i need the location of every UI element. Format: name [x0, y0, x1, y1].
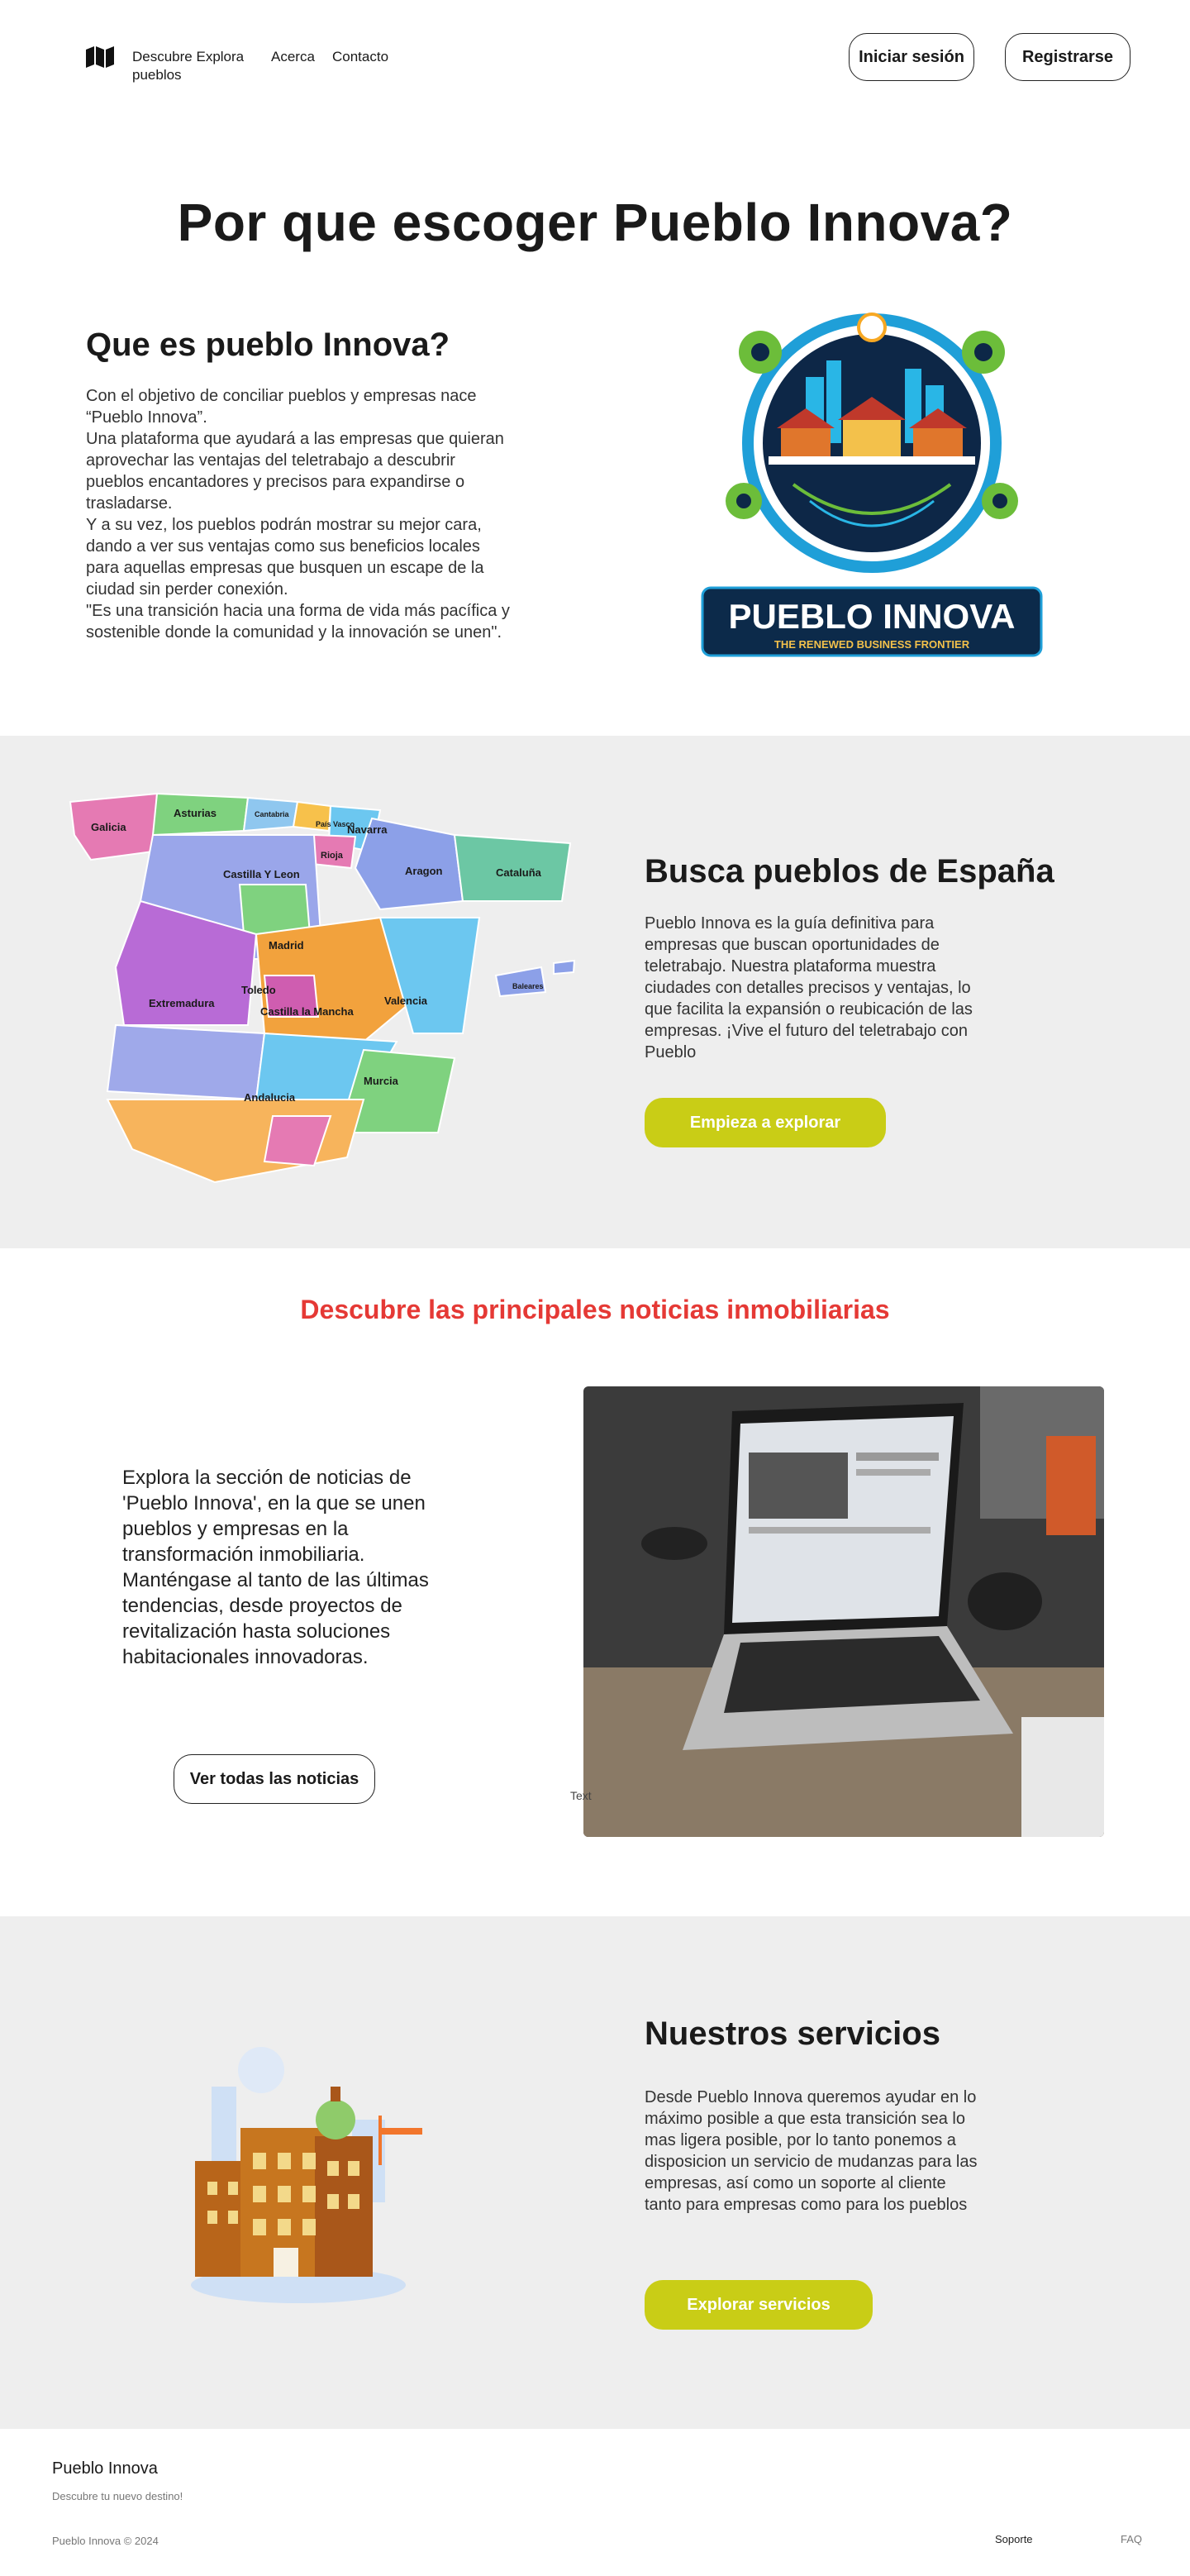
about-text: Con el objetivo de conciliar pueblos y e…	[86, 385, 516, 643]
map-label: Rioja	[321, 851, 344, 861]
pueblo-innova-logo: PUEBLO INNOVA THE RENEWED BUSINESS FRONT…	[701, 312, 1043, 657]
services-text: Desde Pueblo Innova queremos ayudar en l…	[645, 2088, 978, 2214]
map-icon[interactable]	[86, 46, 114, 68]
image-caption: Text	[570, 1789, 592, 1802]
services-section: Nuestros servicios Desde Pueblo Innova q…	[0, 1916, 1190, 2429]
about-paragraph: Una plataforma que ayudará a las empresa…	[86, 430, 504, 513]
spain-map[interactable]: Galicia Asturias Cantabria País Vasco Na…	[66, 785, 628, 1199]
search-towns-heading: Busca pueblos de España	[645, 853, 1054, 890]
page-title: Por que escoger Pueblo Innova?	[177, 193, 1013, 252]
footer-brand: Pueblo Innova	[52, 2459, 158, 2478]
footer-link-faq[interactable]: FAQ	[1121, 2533, 1142, 2545]
explore-services-button[interactable]: Explorar servicios	[645, 2280, 873, 2330]
search-towns-section: Galicia Asturias Cantabria País Vasco Na…	[0, 736, 1190, 1248]
about-heading: Que es pueblo Innova?	[86, 327, 450, 363]
footer-copyright: Pueblo Innova © 2024	[52, 2535, 159, 2547]
news-text: Explora la sección de noticias de 'Puebl…	[122, 1467, 429, 1668]
signup-button[interactable]: Registrarse	[1005, 33, 1130, 81]
map-label: Cantabria	[255, 810, 290, 818]
map-label: Navarra	[347, 823, 388, 836]
about-paragraph: Y a su vez, los pueblos podrán mostrar s…	[86, 516, 484, 599]
map-label: Baleares	[512, 982, 544, 990]
map-label: Galicia	[91, 821, 126, 833]
map-label: Murcia	[364, 1075, 399, 1087]
town-buildings-illustration	[191, 2047, 422, 2303]
map-label: Asturias	[174, 807, 217, 819]
map-label: Madrid	[269, 939, 304, 952]
nav-links: Descubre Explora pueblos Acerca Contacto	[132, 48, 388, 84]
map-label: Andalucia	[244, 1091, 296, 1104]
footer-link-support[interactable]: Soporte	[995, 2533, 1033, 2545]
laptop-photo	[583, 1386, 1104, 1837]
logo-subtitle: THE RENEWED BUSINESS FRONTIER	[774, 638, 970, 651]
start-exploring-button[interactable]: Empieza a explorar	[645, 1098, 886, 1147]
map-label: Castilla Y Leon	[223, 868, 300, 880]
search-towns-text: Pueblo Innova es la guía definitiva para…	[645, 914, 973, 1061]
top-nav: Descubre Explora pueblos Acerca Contacto…	[0, 0, 1190, 116]
map-label: Cataluña	[496, 866, 542, 879]
view-all-news-button[interactable]: Ver todas las noticias	[174, 1754, 375, 1804]
services-heading: Nuestros servicios	[645, 2015, 940, 2052]
map-label: Aragon	[405, 865, 443, 877]
logo-title: PUEBLO INNOVA	[729, 597, 1016, 636]
news-heading: Descubre las principales noticias inmobi…	[300, 1295, 890, 1324]
map-label: Extremadura	[149, 997, 215, 1009]
about-paragraph: "Es una transición hacia una forma de vi…	[86, 602, 510, 642]
map-label: Valencia	[384, 995, 428, 1007]
login-button[interactable]: Iniciar sesión	[849, 33, 974, 81]
footer-tagline: Descubre tu nuevo destino!	[52, 2490, 183, 2502]
nav-link-contact[interactable]: Contacto	[332, 48, 388, 84]
nav-link-about[interactable]: Acerca	[271, 48, 317, 84]
about-paragraph: Con el objetivo de conciliar pueblos y e…	[86, 387, 477, 427]
map-label: Toledo	[241, 984, 276, 996]
map-label: Castilla la Mancha	[260, 1005, 354, 1018]
nav-link-explore[interactable]: Descubre Explora pueblos	[132, 48, 256, 84]
